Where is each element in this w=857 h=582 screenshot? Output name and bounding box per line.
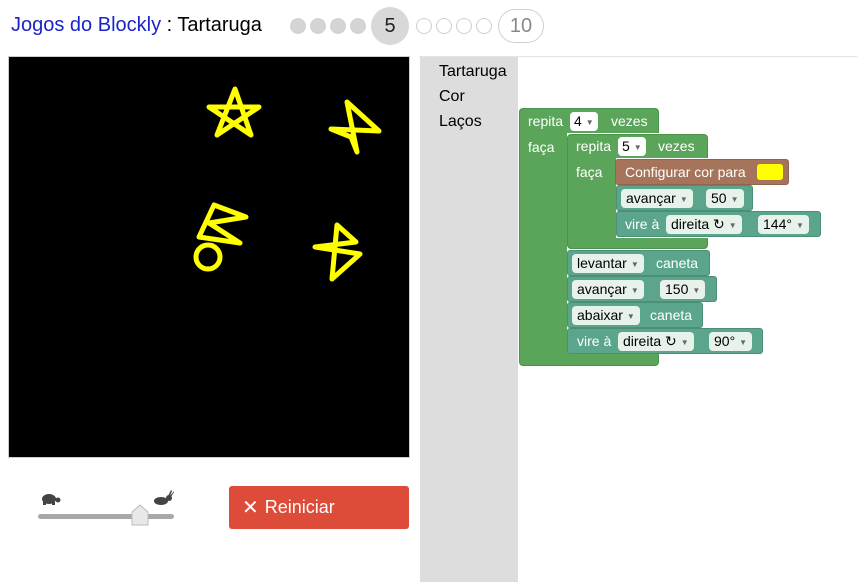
turtle-drawing <box>193 86 382 282</box>
move-direction-dropdown-2[interactable]: avançar ▼ <box>572 280 644 299</box>
star-3 <box>196 202 249 246</box>
level-4-dot[interactable] <box>350 18 366 34</box>
level-8-dot[interactable] <box>456 18 472 34</box>
pen-up-suffix: caneta <box>656 255 699 271</box>
reset-label: Reiniciar <box>264 497 335 517</box>
outer-repeat-suffix: vezes <box>611 113 648 129</box>
pen-state-dropdown-2[interactable]: abaixar ▼ <box>572 306 640 325</box>
speed-knob[interactable] <box>131 504 149 526</box>
outer-do-label: faça <box>528 139 555 155</box>
pen-down-suffix: caneta <box>650 307 693 323</box>
inner-do-label: faça <box>576 164 603 180</box>
inner-repeat-count[interactable]: 5 ▼ <box>618 137 646 156</box>
turn-label-2: vire à <box>577 333 612 349</box>
level-6-dot[interactable] <box>416 18 432 34</box>
inner-repeat-keyword: repita <box>576 138 612 154</box>
level-7-dot[interactable] <box>436 18 452 34</box>
toolbox-category-loops[interactable]: Laços <box>439 113 482 131</box>
level-2-dot[interactable] <box>310 18 326 34</box>
toolbox-category-turtle[interactable]: Tartaruga <box>439 63 507 81</box>
level-3-dot[interactable] <box>330 18 346 34</box>
pen-down-block[interactable]: abaixar ▼ caneta <box>567 302 703 328</box>
reset-button[interactable]: ✕ Reiniciar <box>229 486 409 529</box>
turn-label: vire à <box>625 216 660 232</box>
turn-direction-dropdown[interactable]: direita ↻ ▼ <box>666 215 742 234</box>
turtle-icon <box>193 242 223 272</box>
pen-up-block[interactable]: levantar ▼ caneta <box>567 250 710 276</box>
move-distance-dropdown-2[interactable]: 150 ▼ <box>660 280 706 299</box>
color-swatch[interactable] <box>757 164 783 180</box>
set-color-block[interactable]: Configurar cor para <box>615 159 789 185</box>
inner-repeat-suffix: vezes <box>658 138 695 154</box>
page-title: Jogos do Blockly : Tartaruga <box>11 14 262 37</box>
pen-state-dropdown[interactable]: levantar ▼ <box>572 254 644 273</box>
rabbit-icon <box>154 490 174 505</box>
star-1 <box>206 86 262 138</box>
star-4 <box>312 222 363 282</box>
move-forward-block-2[interactable]: avançar ▼ 150 ▼ <box>567 276 717 302</box>
toolbox-category-color[interactable]: Cor <box>439 88 465 106</box>
close-icon: ✕ <box>242 496 259 519</box>
current-level[interactable]: 5 <box>371 7 409 45</box>
turn-block-2[interactable]: vire à direita ↻ ▼ 90° ▼ <box>567 328 763 354</box>
level-selector: 5 10 <box>288 7 544 45</box>
outer-repeat-count[interactable]: 4 ▼ <box>570 112 598 131</box>
move-direction-dropdown[interactable]: avançar ▼ <box>621 189 693 208</box>
blockly-workspace[interactable]: repita 4 ▼ vezes faça repita 5 ▼ vezes faç… <box>518 57 857 582</box>
set-color-label: Configurar cor para <box>625 164 746 180</box>
last-level[interactable]: 10 <box>498 9 544 43</box>
turtle-canvas <box>8 56 410 458</box>
turn-block[interactable]: vire à direita ↻ ▼ 144° ▼ <box>616 211 821 237</box>
title-separator: : <box>161 14 178 36</box>
turtle-icon <box>42 494 61 505</box>
turn-angle-dropdown[interactable]: 144° ▼ <box>758 215 809 234</box>
blockly-games-link[interactable]: Jogos do Blockly <box>11 14 161 36</box>
star-2 <box>328 99 382 155</box>
move-distance-dropdown[interactable]: 50 ▼ <box>706 189 744 208</box>
turn-angle-dropdown-2[interactable]: 90° ▼ <box>709 332 753 351</box>
level-9-dot[interactable] <box>476 18 492 34</box>
level-1-dot[interactable] <box>290 18 306 34</box>
speed-track[interactable] <box>38 514 174 519</box>
speed-slider[interactable] <box>35 488 177 528</box>
outer-repeat-keyword: repita <box>528 113 564 129</box>
turn-direction-dropdown-2[interactable]: direita ↻ ▼ <box>618 332 694 351</box>
toolbox: Tartaruga Cor Laços <box>420 57 518 582</box>
header: Jogos do Blockly : Tartaruga 5 10 <box>0 0 857 56</box>
game-name: Tartaruga <box>177 14 262 36</box>
move-forward-block[interactable]: avançar ▼ 50 ▼ <box>616 185 753 211</box>
